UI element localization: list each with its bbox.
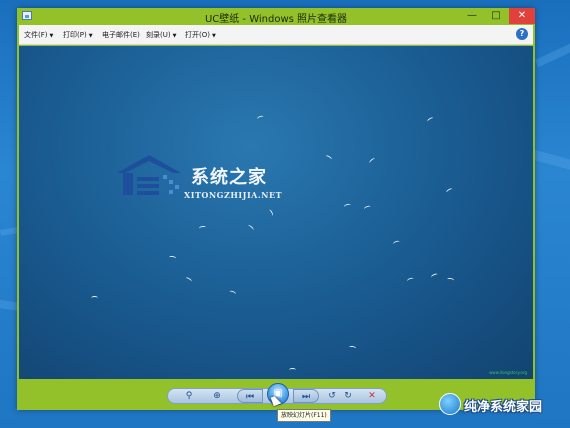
seagull — [343, 203, 352, 209]
menu-open[interactable]: 打开(O) ▼ — [185, 30, 216, 40]
seagull — [368, 157, 377, 165]
site-logo-icon — [439, 393, 461, 415]
seagull — [406, 276, 415, 284]
seagull — [168, 255, 177, 261]
help-icon[interactable]: ? — [516, 28, 528, 40]
previous-button[interactable]: ⏮ — [237, 389, 263, 403]
maximize-button[interactable]: □ — [485, 8, 507, 24]
watermark-title: 系统之家 — [191, 167, 267, 188]
seagull — [446, 277, 455, 283]
house-logo-icon — [117, 155, 181, 195]
minimize-button[interactable]: — — [461, 8, 483, 24]
site-watermark: 纯净系统家园 — [464, 400, 543, 415]
seagull — [246, 224, 255, 232]
zoom-icon[interactable]: ⚲ — [179, 389, 199, 403]
rotate-counterclockwise-icon[interactable]: ↺ — [325, 389, 339, 403]
menu-email[interactable]: 电子邮件(E) — [102, 30, 140, 40]
seagull — [392, 239, 401, 247]
seagull — [445, 187, 454, 195]
window-title: UC壁纸 - Windows 照片查看器 — [204, 14, 348, 25]
seagull — [228, 289, 237, 297]
next-button[interactable]: ⏭ — [293, 389, 319, 403]
menu-burn-label: 刻录(U) — [146, 31, 171, 39]
seagull — [324, 154, 333, 162]
photo-viewer-window: UC壁纸 - Windows 照片查看器 — □ ✕ 文件(F) ▼ 打印(P) ▼… — [17, 8, 535, 410]
seagull — [198, 225, 207, 231]
delete-icon[interactable]: ✕ — [365, 389, 379, 403]
desktop-ray — [532, 150, 570, 171]
actual-size-icon[interactable]: ⊕ — [209, 389, 225, 403]
menu-open-label: 打开(O) — [185, 31, 210, 39]
seagull — [363, 204, 372, 212]
rotate-clockwise-icon[interactable]: ↻ — [341, 389, 355, 403]
menu-email-label: 电子邮件(E) — [102, 31, 140, 39]
chevron-down-icon: ▼ — [49, 33, 54, 39]
menu-file[interactable]: 文件(F) ▼ — [24, 30, 53, 40]
seagull — [430, 272, 439, 280]
photo-display: 系统之家 XITONGZHIJIA.NET www.ilongstory.org — [19, 46, 533, 379]
menu-print[interactable]: 打印(P) ▼ — [63, 30, 93, 40]
close-button[interactable]: ✕ — [509, 8, 535, 24]
seagull — [184, 276, 193, 284]
chevron-down-icon: ▼ — [172, 33, 177, 39]
chevron-down-icon: ▼ — [88, 33, 93, 39]
desktop-ray — [535, 43, 570, 68]
seagull — [256, 114, 265, 122]
menu-print-label: 打印(P) — [63, 31, 87, 39]
chevron-down-icon: ▼ — [211, 33, 216, 39]
seagull — [289, 368, 296, 372]
menu-bar: 文件(F) ▼ 打印(P) ▼ 电子邮件(E) 刻录(U) ▼ 打开(O) ▼ ? — [19, 25, 533, 45]
menu-file-label: 文件(F) — [24, 31, 48, 39]
image-corner-url: www.ilongstory.org — [489, 370, 527, 375]
seagull — [348, 345, 357, 351]
watermark-subtitle: XITONGZHIJIA.NET — [184, 190, 283, 200]
seagull — [426, 116, 435, 124]
title-bar[interactable]: UC壁纸 - Windows 照片查看器 — □ ✕ — [17, 8, 535, 25]
slideshow-tooltip: 放映幻灯片(F11) — [277, 409, 331, 422]
menu-burn[interactable]: 刻录(U) ▼ — [146, 30, 176, 40]
seagull — [267, 208, 274, 218]
seagull — [91, 296, 98, 300]
